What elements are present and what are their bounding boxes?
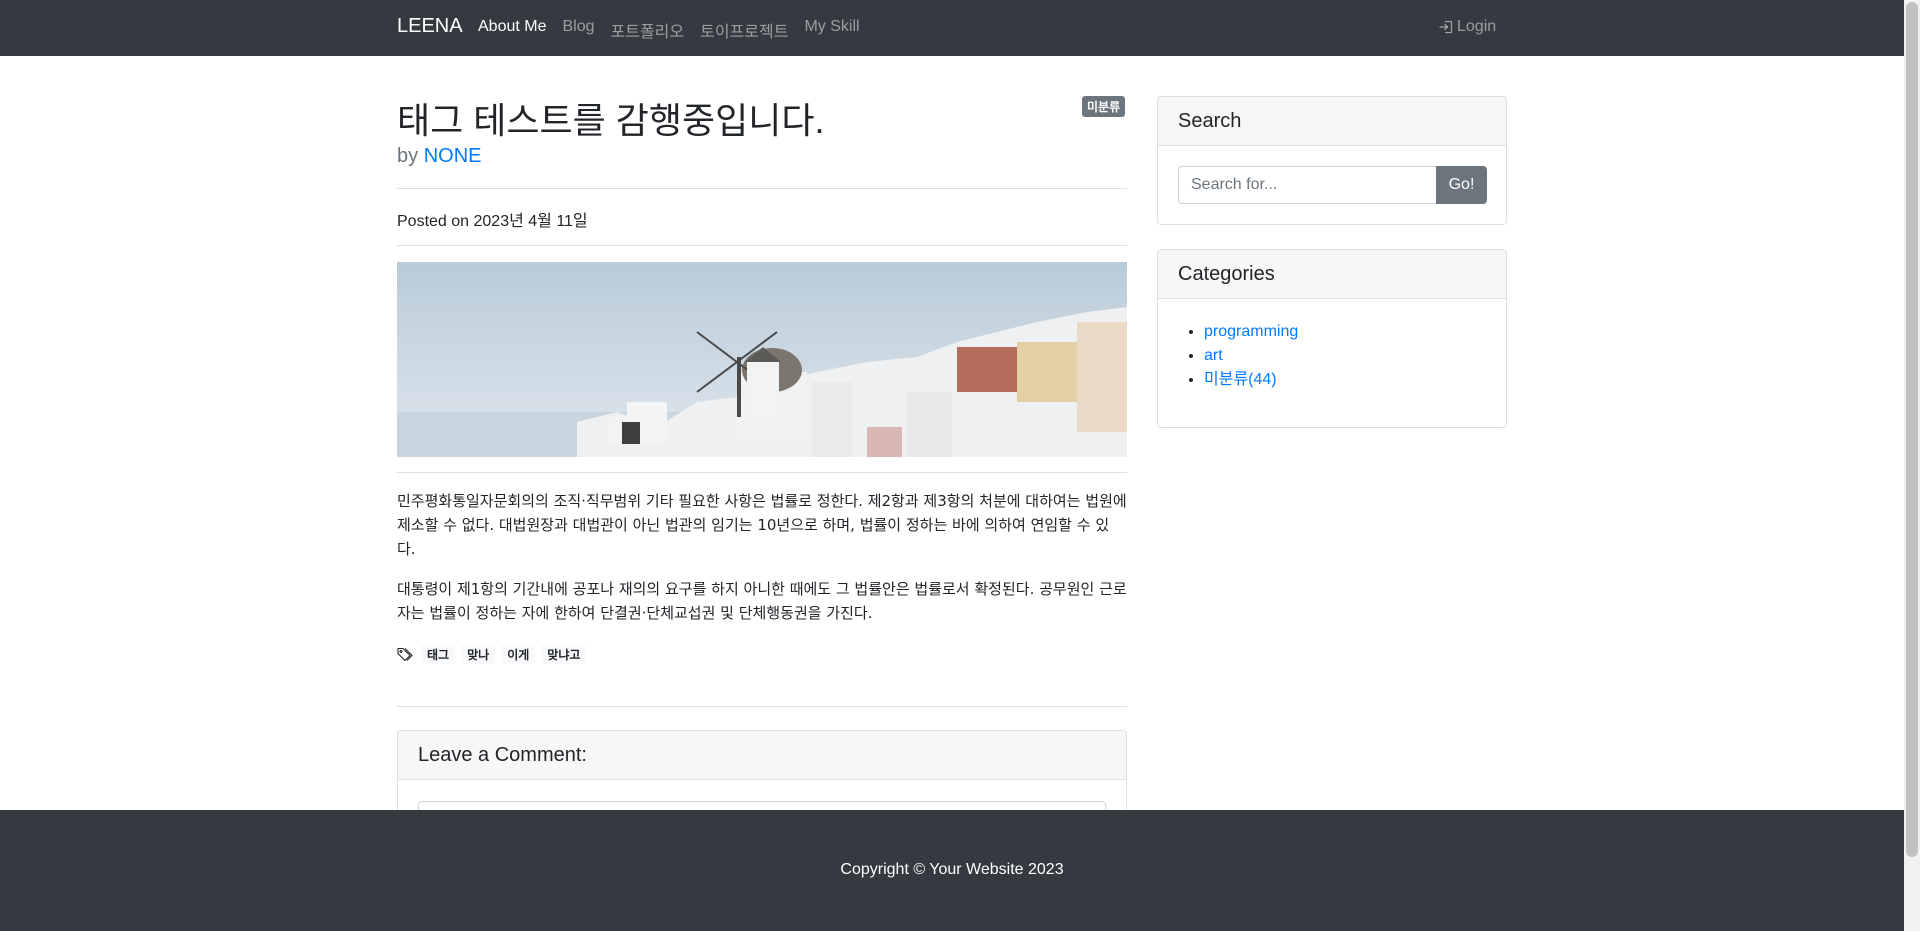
categories-widget-header: Categories xyxy=(1158,250,1506,299)
post-paragraph: 민주평화통일자문회의의 조직·직무범위 기타 필요한 사항은 법률로 정한다. … xyxy=(397,492,1127,558)
divider xyxy=(397,472,1127,473)
list-item: programming xyxy=(1204,320,1298,344)
nav-link-toy-project[interactable]: 토이프로젝트 xyxy=(700,18,788,42)
scrollbar-thumb[interactable] xyxy=(1906,2,1918,857)
nav-links: About Me Blog 포트폴리오 토이프로젝트 My Skill xyxy=(478,18,860,42)
footer: Copyright © Your Website 2023 xyxy=(0,810,1904,931)
divider xyxy=(397,188,1127,189)
byline-prefix: by xyxy=(397,145,419,167)
post-body: 민주평화통일자문회의의 조직·직무범위 기타 필요한 사항은 법률로 정한다. … xyxy=(397,489,1127,641)
login-icon xyxy=(1439,20,1453,34)
search-group: Go! xyxy=(1178,166,1487,204)
list-item: art xyxy=(1204,344,1298,368)
post-byline: by NONE xyxy=(397,145,481,168)
post-paragraph: 대통령이 제1항의 기간내에 공포나 재의의 요구를 하지 아니한 때에도 그 … xyxy=(397,580,1127,622)
nav-link-blog[interactable]: Blog xyxy=(562,18,594,42)
search-go-button[interactable]: Go! xyxy=(1436,166,1487,204)
category-link-art[interactable]: art xyxy=(1204,347,1223,364)
login-label: Login xyxy=(1457,18,1497,35)
search-widget: Search Go! xyxy=(1157,96,1507,225)
category-link-uncategorized[interactable]: 미분류(44) xyxy=(1204,371,1277,388)
scrollbar[interactable] xyxy=(1904,0,1920,931)
tag-badge[interactable]: 이게 xyxy=(501,645,536,664)
search-input[interactable] xyxy=(1178,166,1436,204)
category-badge: 미분류 xyxy=(1082,96,1126,117)
tag-badge[interactable]: 맞나 xyxy=(461,645,496,664)
tag-badge[interactable]: 태그 xyxy=(421,645,456,664)
navbar: LEENA About Me Blog 포트폴리오 토이프로젝트 My Skil… xyxy=(0,0,1904,56)
nav-link-portfolio[interactable]: 포트폴리오 xyxy=(611,18,685,42)
list-item: 미분류(44) xyxy=(1204,368,1298,392)
post-title: 태그 테스트를 감행중입니다. xyxy=(397,100,825,141)
category-list: programming art 미분류(44) xyxy=(1204,320,1298,392)
divider xyxy=(397,245,1127,246)
brand-link[interactable]: LEENA xyxy=(397,15,463,38)
author-link[interactable]: NONE xyxy=(424,145,482,167)
posted-date: Posted on 2023년 4월 11일 xyxy=(397,213,588,230)
post-header-image xyxy=(397,262,1127,457)
search-widget-header: Search xyxy=(1158,97,1506,146)
copyright-text: Copyright © Your Website 2023 xyxy=(840,861,1064,878)
categories-widget: Categories programming art 미분류(44) xyxy=(1157,249,1507,428)
category-link-programming[interactable]: programming xyxy=(1204,323,1298,340)
nav-link-about-me[interactable]: About Me xyxy=(478,18,546,42)
comment-card-header: Leave a Comment: xyxy=(398,731,1126,780)
divider xyxy=(397,706,1127,707)
tag-list: 태그 맞나 이게 맞냐고 xyxy=(397,645,587,664)
tags-icon xyxy=(397,647,413,661)
login-link[interactable]: Login xyxy=(1438,18,1496,36)
nav-link-my-skill[interactable]: My Skill xyxy=(804,18,859,42)
tag-badge[interactable]: 맞냐고 xyxy=(541,645,587,664)
